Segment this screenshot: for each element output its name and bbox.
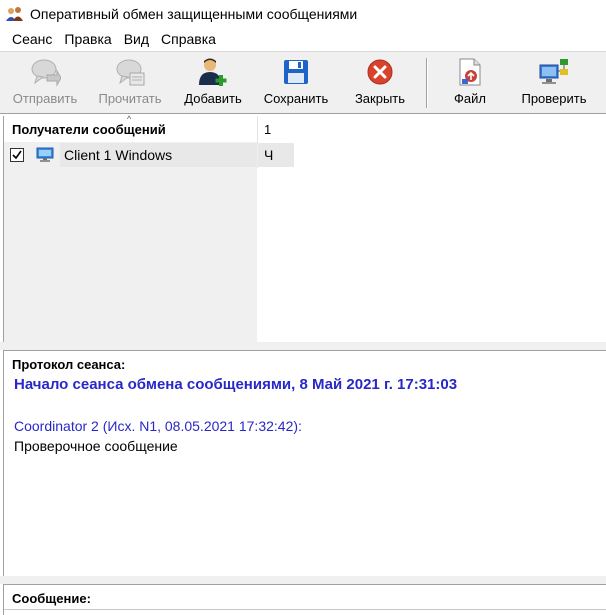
close-circle-icon <box>364 56 396 88</box>
send-message-icon <box>29 56 61 88</box>
column-header-recipients[interactable]: Получатели сообщений <box>12 122 166 137</box>
file-icon <box>454 56 486 88</box>
add-user-icon <box>197 56 229 88</box>
menu-help[interactable]: Справка <box>155 28 222 50</box>
title-bar: Оперативный обмен защищенными сообщениям… <box>0 0 606 28</box>
menu-bar: Сеанс Правка Вид Справка <box>0 28 606 50</box>
recipient-row[interactable]: Client 1 Windows Ч <box>4 143 294 167</box>
close-label: Закрыть <box>354 91 406 106</box>
menu-view[interactable]: Вид <box>118 28 155 50</box>
recipient-status: Ч <box>264 147 274 163</box>
message-panel[interactable]: Сообщение: <box>3 584 606 615</box>
column-header-count[interactable]: 1 <box>264 122 271 137</box>
toolbar-separator <box>426 58 428 108</box>
send-label: Отправить <box>12 91 78 106</box>
menu-edit[interactable]: Правка <box>58 28 117 50</box>
save-button[interactable]: Сохранить <box>256 56 336 110</box>
recipient-checkbox[interactable] <box>10 148 24 162</box>
recipient-name: Client 1 Windows <box>64 147 173 163</box>
recipients-header: ^ Получатели сообщений 1 <box>4 114 294 142</box>
file-label: Файл <box>454 91 486 106</box>
horizontal-splitter-2[interactable] <box>0 576 606 584</box>
close-button[interactable]: Закрыть <box>346 56 414 110</box>
floppy-disk-icon <box>280 56 312 88</box>
computer-icon <box>36 147 54 163</box>
check-button[interactable]: Проверить <box>512 56 596 110</box>
file-button[interactable]: Файл <box>442 56 498 110</box>
add-label: Добавить <box>184 91 242 106</box>
toolbar: Отправить Прочитать Добавить Сохранить З… <box>0 52 606 114</box>
add-button[interactable]: Добавить <box>176 56 250 110</box>
protocol-label: Протокол сеанса: <box>12 357 126 372</box>
save-label: Сохранить <box>263 91 329 106</box>
menu-session[interactable]: Сеанс <box>6 28 58 50</box>
send-button[interactable]: Отправить <box>6 56 84 110</box>
users-icon <box>6 6 24 22</box>
read-button[interactable]: Прочитать <box>88 56 172 110</box>
read-label: Прочитать <box>98 91 162 106</box>
message-label: Сообщение: <box>12 591 91 606</box>
session-protocol-panel[interactable]: Протокол сеанса: Начало сеанса обмена со… <box>3 350 606 576</box>
window-title: Оперативный обмен защищенными сообщениям… <box>30 6 358 22</box>
session-start-text: Начало сеанса обмена сообщениями, 8 Май … <box>14 376 458 393</box>
check-label: Проверить <box>521 91 587 106</box>
network-check-icon <box>538 56 570 88</box>
horizontal-splitter[interactable] <box>0 342 606 350</box>
message-input[interactable] <box>4 609 606 610</box>
message-body: Проверочное сообщение <box>14 438 178 454</box>
message-header: Coordinator 2 (Исх. N1, 08.05.2021 17:32… <box>14 418 302 434</box>
recipients-list[interactable]: ^ Получатели сообщений 1 Client 1 Window… <box>3 114 606 342</box>
read-message-icon <box>114 56 146 88</box>
